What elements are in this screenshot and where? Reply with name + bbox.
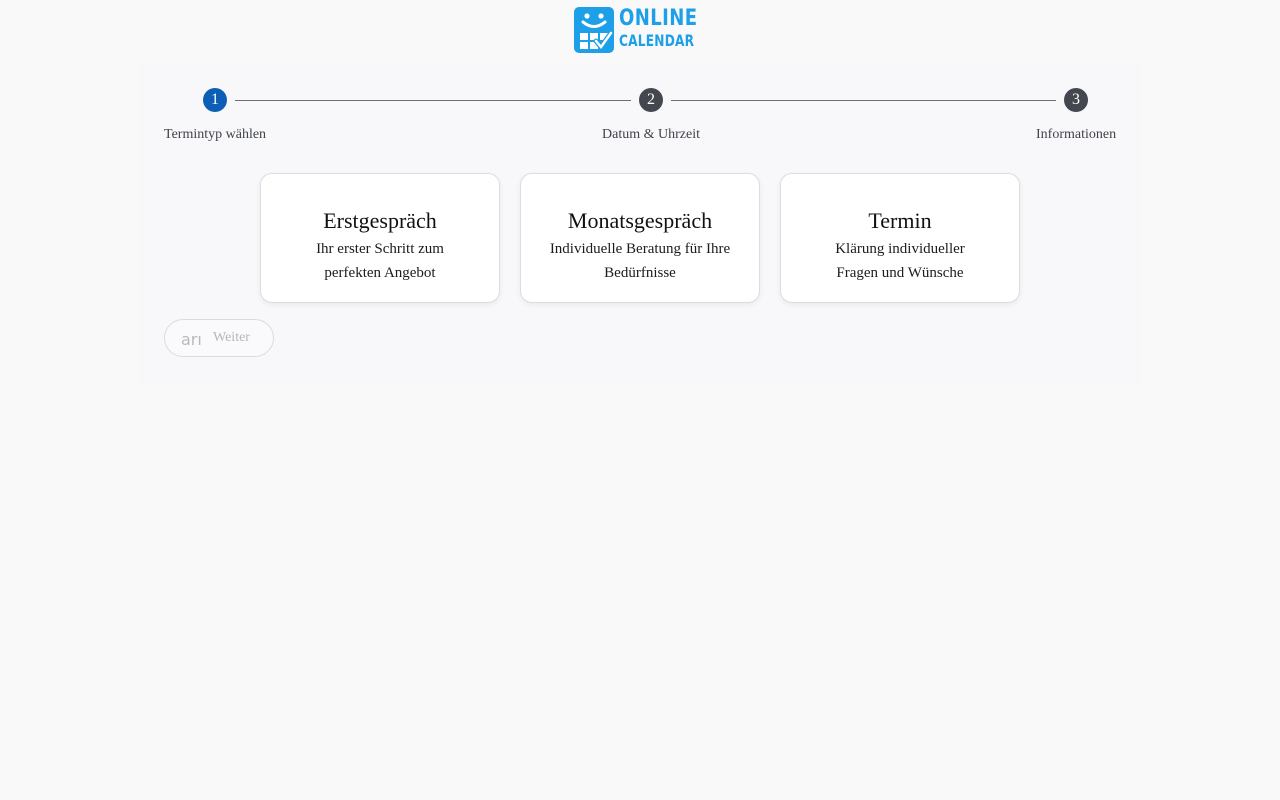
stepper-connector-1-2 [235, 100, 631, 101]
step-3-label: Informationen [1036, 127, 1117, 142]
option-card-erstgespraech[interactable]: Erstgespräch Ihr erster Schritt zum perf… [260, 173, 500, 303]
option-title: Termin [868, 208, 932, 233]
smiley-calendar-icon [574, 7, 614, 53]
brand-name-line1: ONLINE [619, 6, 698, 31]
step-3-indicator[interactable]: 3 [1064, 88, 1088, 112]
step-1-label: Termintyp wählen [164, 127, 267, 142]
option-card-monatsgespraech[interactable]: Monatsgespräch Individuelle Beratung für… [520, 173, 760, 303]
stepper-connector-2-3 [671, 100, 1056, 101]
step-2-indicator[interactable]: 2 [639, 88, 663, 112]
option-description: Ihr erster Schritt zum perfekten Angebot [316, 241, 444, 281]
brand-name-line2: CALENDAR [619, 31, 695, 50]
option-description: Klärung individueller Fragen und Wünsche [835, 241, 965, 281]
step-1-indicator[interactable]: 1 [203, 88, 227, 112]
option-title: Monatsgespräch [567, 208, 713, 233]
next-button-label: Weiter [213, 330, 250, 345]
brand-logo[interactable]: ONLINE CALENDAR [574, 6, 706, 53]
header: ONLINE CALENDAR [0, 0, 1280, 62]
arrow-right-icon: arı [181, 330, 202, 349]
step-2-label: Datum & Uhrzeit [602, 127, 700, 142]
next-button[interactable]: arı Weiter [164, 319, 274, 357]
option-description: Individuelle Beratung für Ihre Bedürfnis… [549, 241, 731, 281]
option-card-termin[interactable]: Termin Klärung individueller Fragen und … [780, 173, 1020, 303]
option-title: Erstgespräch [323, 208, 437, 233]
